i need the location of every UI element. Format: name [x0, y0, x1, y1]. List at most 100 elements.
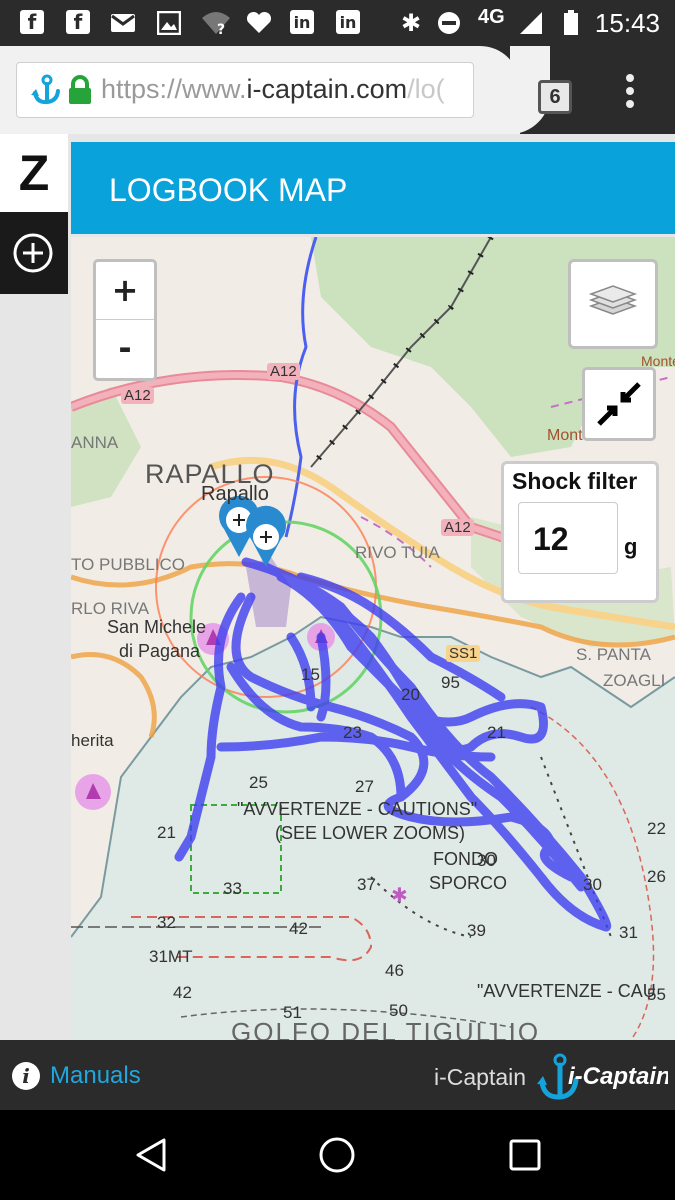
page-title: LOGBOOK MAP: [109, 172, 348, 208]
linkedin-icon: in: [290, 10, 314, 34]
collapse-arrows-icon: [597, 382, 641, 426]
gallery-icon: [156, 10, 182, 36]
i-captain-logo[interactable]: i-Captain: [534, 1050, 671, 1104]
depth-sounding: 39: [467, 921, 486, 940]
site-logo[interactable]: Z: [0, 134, 68, 212]
depth-sounding: 31: [619, 923, 638, 942]
linkedin-icon: in: [336, 10, 360, 34]
depth-sounding: 95: [441, 673, 460, 692]
depth-sounding: 23: [343, 723, 362, 742]
manuals-link[interactable]: Manuals: [50, 1062, 141, 1090]
depth-sounding: 25: [249, 773, 268, 792]
recents-button[interactable]: [502, 1132, 548, 1178]
depth-sounding: 42: [173, 983, 192, 1002]
status-bar: f f ? in in ✱ 4G 15:43: [0, 0, 675, 46]
map-label: "AVVERTENZE - CAUTIONS": [237, 799, 478, 819]
signal-icon: [518, 10, 544, 36]
page-header: LOGBOOK MAP: [71, 142, 675, 234]
logbook-map[interactable]: ✱ RAPALLO Rapallo A12 A12 A12 SS1 ANNA R…: [71, 237, 675, 1040]
web-page: Z LOGBOOK MAP ✱ RAPALLO Rapallo A12 A12 …: [0, 134, 675, 1040]
home-button[interactable]: [314, 1132, 360, 1178]
road-label: SS1: [446, 645, 481, 662]
gmail-icon: [110, 10, 136, 36]
map-label: S. PANTA: [576, 645, 651, 664]
lock-icon: [67, 75, 93, 105]
heart-icon: [246, 10, 272, 36]
map-label: 31MT: [149, 947, 193, 966]
zoom-out-button[interactable]: -: [96, 319, 154, 377]
exit-fullscreen-button[interactable]: [582, 367, 656, 441]
depth-sounding: 50: [389, 1001, 408, 1020]
wifi-question-icon: ?: [200, 10, 232, 36]
depth-sounding: 30: [477, 851, 496, 870]
map-label: RLO RIVA: [71, 599, 150, 618]
brand-name: i-Captain: [434, 1064, 527, 1090]
road-label: A12: [267, 363, 300, 380]
map-label: (SEE LOWER ZOOMS): [275, 823, 466, 843]
browser-toolbar: https://www.i-captain.com/lo( 6: [0, 46, 675, 134]
map-label: SPORCO: [429, 873, 508, 893]
map-label: San Michele: [107, 617, 207, 637]
zoom-in-button[interactable]: +: [96, 262, 154, 319]
svg-text:?: ?: [217, 22, 225, 36]
url-suffix: /lo(: [407, 74, 445, 104]
depth-sounding: 26: [647, 867, 666, 886]
tab-switcher-button[interactable]: 6: [538, 80, 572, 114]
network-type: 4G: [478, 6, 505, 28]
shock-filter-unit: g: [624, 534, 638, 559]
zoom-control: + -: [93, 259, 157, 381]
depth-sounding: 46: [385, 961, 404, 980]
facebook-icon: f: [20, 10, 44, 34]
url-domain: i-captain.com: [246, 74, 408, 104]
map-label: ZOAGLI: [603, 671, 666, 690]
facebook-icon: f: [66, 10, 90, 34]
back-button[interactable]: [128, 1132, 174, 1178]
road-label: A12: [121, 387, 154, 404]
battery-icon: [558, 10, 584, 36]
depth-sounding: 21: [157, 823, 176, 842]
map-label: GOLFO DEL TIGULLIO: [231, 1017, 541, 1040]
depth-sounding: 20: [401, 685, 420, 704]
shock-filter-input[interactable]: 12: [518, 502, 618, 574]
depth-sounding: 22: [647, 819, 666, 838]
logo-text: i-Captain: [568, 1063, 668, 1090]
url-bar[interactable]: https://www.i-captain.com/lo(: [16, 62, 474, 118]
clock: 15:43: [594, 8, 660, 38]
map-label: RIVO TUIA: [355, 543, 440, 562]
tab-count: 6: [549, 86, 561, 108]
depth-sounding: 21: [487, 723, 506, 742]
depth-sounding: 42: [289, 919, 308, 938]
url-prefix: https://www.: [101, 74, 247, 104]
browser-tab: https://www.i-captain.com/lo(: [0, 46, 550, 134]
url-text: https://www.i-captain.com/lo(: [101, 74, 445, 105]
depth-sounding: 30: [583, 875, 602, 894]
add-button[interactable]: [0, 212, 68, 294]
anchorage-icon: ✱: [391, 883, 408, 907]
bluetooth-icon: ✱: [400, 9, 422, 37]
back-triangle-icon: [136, 1138, 166, 1172]
shock-filter-panel: Shock filter 12 g: [501, 461, 659, 603]
map-label: TO PUBBLICO: [71, 555, 185, 574]
site-footer: i Manuals i-Captain i-Captain: [0, 1040, 675, 1110]
depth-sounding: 32: [157, 913, 176, 932]
depth-sounding: 55: [647, 985, 666, 1004]
map-label: herita: [71, 731, 114, 750]
dnd-icon: [436, 10, 462, 36]
depth-sounding: 51: [283, 1003, 302, 1022]
depth-sounding: 15: [301, 665, 320, 684]
layers-button[interactable]: [568, 259, 658, 349]
mooring-marker: [75, 774, 111, 810]
site-anchor-icon: [27, 73, 61, 107]
overflow-menu-button[interactable]: [620, 74, 640, 110]
info-icon[interactable]: i: [12, 1062, 40, 1090]
depth-sounding: 27: [355, 777, 374, 796]
plus-circle-icon: [13, 233, 53, 273]
map-label: ANNA: [71, 433, 119, 452]
map-label: Rapallo: [201, 483, 269, 505]
road-label: A12: [441, 519, 474, 536]
map-label: di Pagana: [119, 641, 201, 661]
shock-filter-label: Shock filter: [512, 468, 638, 494]
system-nav-bar: [0, 1110, 675, 1200]
layers-icon: [588, 285, 638, 315]
depth-sounding: 37: [357, 875, 376, 894]
